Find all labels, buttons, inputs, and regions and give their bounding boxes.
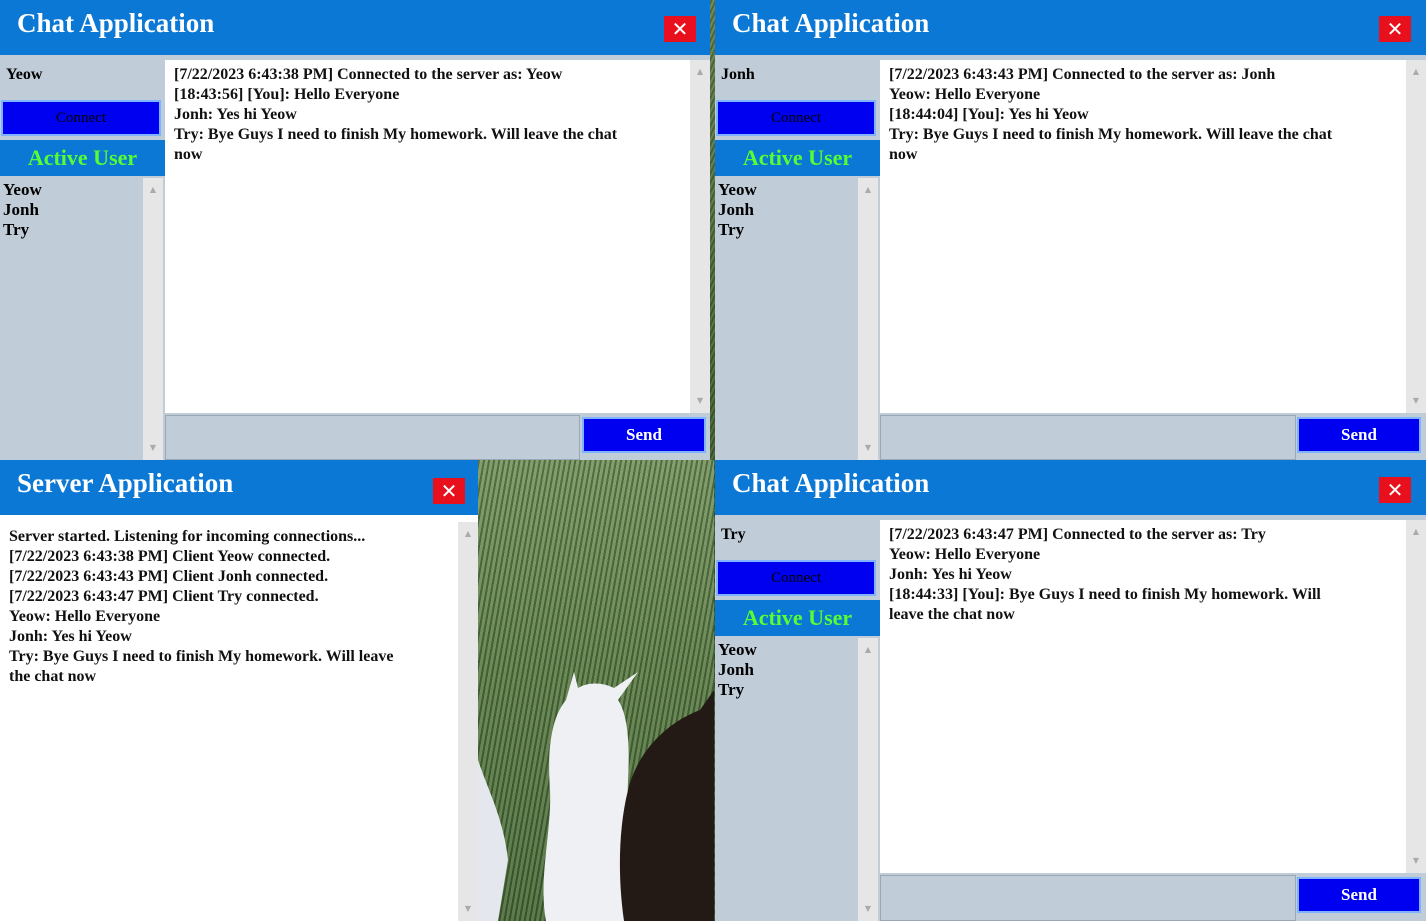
active-user-label: Active User [715, 600, 880, 636]
user-list-item[interactable]: Jonh [715, 660, 878, 680]
title-bar: Chat Application ✕ [715, 0, 1426, 55]
scroll-up-arrow-icon[interactable]: ▲ [143, 182, 163, 198]
close-icon[interactable]: ✕ [1379, 16, 1411, 42]
users-scrollbar[interactable]: ▲ ▼ [143, 178, 163, 460]
server-log-line: Try: Bye Guys I need to finish My homewo… [9, 648, 394, 665]
wallpaper-photo [478, 460, 714, 921]
username-field[interactable]: Yeow [0, 60, 160, 96]
send-button[interactable]: Send [1297, 417, 1421, 453]
chat-message-line: Yeow: Hello Everyone [889, 546, 1041, 563]
users-scrollbar[interactable]: ▲ ▼ [858, 638, 878, 921]
scroll-down-arrow-icon[interactable]: ▼ [858, 440, 878, 456]
active-user-label: Active User [715, 140, 880, 176]
close-icon[interactable]: ✕ [1379, 477, 1411, 503]
message-input[interactable] [880, 875, 1296, 921]
messages-scrollbar[interactable]: ▲ ▼ [690, 60, 710, 413]
send-button[interactable]: Send [1297, 877, 1421, 913]
server-log-line: Yeow: Hello Everyone [9, 608, 161, 625]
scroll-down-arrow-icon[interactable]: ▼ [143, 440, 163, 456]
cats-image [478, 672, 714, 921]
scroll-down-arrow-icon[interactable]: ▼ [1406, 853, 1426, 869]
chat-message-line: [18:44:33] [You]: Bye Guys I need to fin… [889, 586, 1321, 603]
scroll-up-arrow-icon[interactable]: ▲ [858, 182, 878, 198]
chat-message-line: leave the chat now [889, 606, 1015, 623]
active-user-label: Active User [0, 140, 165, 176]
chat-window-yeow: Chat Application ✕ Yeow Connect Active U… [0, 0, 710, 460]
chat-messages-area[interactable]: [7/22/2023 6:43:47 PM] Connected to the … [880, 520, 1426, 873]
chat-message-line: [7/22/2023 6:43:38 PM] Connected to the … [174, 66, 563, 83]
users-scrollbar[interactable]: ▲ ▼ [858, 178, 878, 460]
chat-window-try: Chat Application ✕ Try Connect Active Us… [715, 460, 1426, 921]
scroll-down-arrow-icon[interactable]: ▼ [458, 901, 478, 917]
chat-messages-area[interactable]: [7/22/2023 6:43:43 PM] Connected to the … [880, 60, 1426, 413]
username-field[interactable]: Try [715, 520, 875, 556]
chat-message-line: Jonh: Yes hi Yeow [174, 106, 297, 123]
user-list-item[interactable]: Jonh [715, 200, 878, 220]
chat-messages-area[interactable]: [7/22/2023 6:43:38 PM] Connected to the … [165, 60, 710, 413]
messages-scrollbar[interactable]: ▲ ▼ [1406, 60, 1426, 413]
active-users-list[interactable]: Yeow Jonh Try ▲ ▼ [0, 178, 163, 460]
log-scrollbar[interactable]: ▲ ▼ [458, 522, 478, 921]
user-list-item[interactable]: Yeow [0, 180, 163, 200]
connect-button[interactable]: Connect [716, 560, 876, 596]
user-list-item[interactable]: Try [715, 220, 878, 240]
user-list-item[interactable]: Jonh [0, 200, 163, 220]
scroll-down-arrow-icon[interactable]: ▼ [1406, 393, 1426, 409]
server-log-line: Server started. Listening for incoming c… [9, 528, 366, 545]
message-input[interactable] [165, 415, 580, 460]
server-log-area[interactable]: Server started. Listening for incoming c… [0, 522, 478, 921]
server-log-line: [7/22/2023 6:43:38 PM] Client Yeow conne… [9, 548, 331, 565]
user-list-item[interactable]: Try [715, 680, 878, 700]
scroll-up-arrow-icon[interactable]: ▲ [690, 64, 710, 80]
user-list-item[interactable]: Yeow [715, 640, 878, 660]
chat-message-line: Try: Bye Guys I need to finish My homewo… [174, 126, 618, 143]
active-users-list[interactable]: Yeow Jonh Try ▲ ▼ [715, 638, 878, 921]
active-users-list[interactable]: Yeow Jonh Try ▲ ▼ [715, 178, 878, 460]
scroll-up-arrow-icon[interactable]: ▲ [1406, 64, 1426, 80]
user-list-item[interactable]: Yeow [715, 180, 878, 200]
title-bar: Chat Application ✕ [715, 460, 1426, 515]
chat-message-line: [18:43:56] [You]: Hello Everyone [174, 86, 400, 103]
chat-message-line: now [174, 146, 203, 163]
server-log-line: the chat now [9, 668, 97, 685]
window-title: Server Application [17, 468, 234, 498]
title-bar: Server Application ✕ [0, 460, 478, 515]
send-button[interactable]: Send [582, 417, 706, 453]
scroll-up-arrow-icon[interactable]: ▲ [458, 526, 478, 542]
scroll-up-arrow-icon[interactable]: ▲ [858, 642, 878, 658]
window-title: Chat Application [732, 468, 930, 498]
chat-window-jonh: Chat Application ✕ Jonh Connect Active U… [715, 0, 1426, 460]
connect-button[interactable]: Connect [716, 100, 876, 136]
close-icon[interactable]: ✕ [433, 478, 465, 504]
chat-message-line: Yeow: Hello Everyone [889, 86, 1041, 103]
chat-message-line: now [889, 146, 918, 163]
chat-message-line: [18:44:04] [You]: Yes hi Yeow [889, 106, 1089, 123]
messages-scrollbar[interactable]: ▲ ▼ [1406, 520, 1426, 873]
chat-message-line: Try: Bye Guys I need to finish My homewo… [889, 126, 1333, 143]
title-bar: Chat Application ✕ [0, 0, 710, 55]
chat-message-line: Jonh: Yes hi Yeow [889, 566, 1012, 583]
window-title: Chat Application [732, 8, 930, 38]
close-icon[interactable]: ✕ [664, 16, 696, 42]
chat-message-line: [7/22/2023 6:43:47 PM] Connected to the … [889, 526, 1266, 543]
message-input[interactable] [880, 415, 1296, 460]
window-title: Chat Application [17, 8, 215, 38]
scroll-up-arrow-icon[interactable]: ▲ [1406, 524, 1426, 540]
user-list-item[interactable]: Try [0, 220, 163, 240]
scroll-down-arrow-icon[interactable]: ▼ [690, 393, 710, 409]
server-log-line: [7/22/2023 6:43:43 PM] Client Jonh conne… [9, 568, 329, 585]
server-log-line: Jonh: Yes hi Yeow [9, 628, 132, 645]
connect-button[interactable]: Connect [1, 100, 161, 136]
username-field[interactable]: Jonh [715, 60, 875, 96]
scroll-down-arrow-icon[interactable]: ▼ [858, 901, 878, 917]
chat-message-line: [7/22/2023 6:43:43 PM] Connected to the … [889, 66, 1276, 83]
server-window: Server Application ✕ Server started. Lis… [0, 460, 478, 921]
server-log-line: [7/22/2023 6:43:47 PM] Client Try connec… [9, 588, 319, 605]
